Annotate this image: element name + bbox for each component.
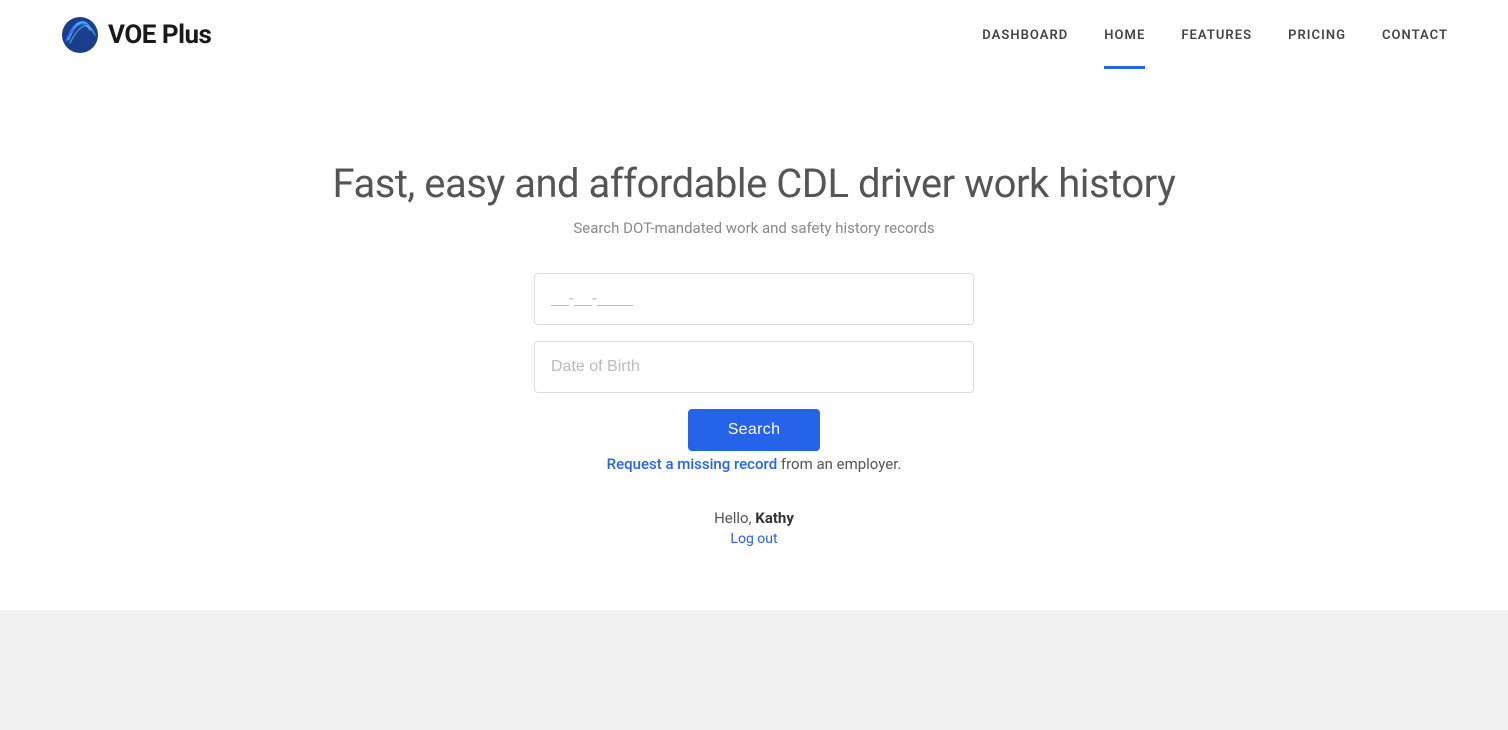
- main-nav: DASHBOARD HOME FEATURES PRICING CONTACT: [982, 28, 1448, 43]
- ssn-input[interactable]: [534, 273, 974, 325]
- header: VOE Plus DASHBOARD HOME FEATURES PRICING…: [0, 0, 1508, 70]
- nav-item-dashboard[interactable]: DASHBOARD: [982, 28, 1068, 43]
- nav-item-home[interactable]: HOME: [1104, 28, 1145, 43]
- search-form: Search: [534, 273, 974, 451]
- missing-record-text: Request a missing record from an employe…: [607, 455, 902, 473]
- missing-record-link[interactable]: Request a missing record: [607, 455, 778, 473]
- nav-item-features[interactable]: FEATURES: [1181, 28, 1252, 43]
- user-name: Kathy: [755, 509, 794, 527]
- logout-link[interactable]: Log out: [714, 531, 794, 547]
- search-button[interactable]: Search: [688, 409, 821, 451]
- hero-subtitle: Search DOT-mandated work and safety hist…: [573, 219, 934, 237]
- footer-gray: [0, 610, 1508, 730]
- hello-label: Hello,: [714, 509, 755, 527]
- logo-text: VOE Plus: [108, 20, 211, 50]
- logo-icon: [60, 15, 100, 55]
- nav-item-pricing[interactable]: PRICING: [1288, 28, 1346, 43]
- missing-record-suffix: from an employer.: [777, 455, 901, 473]
- user-section: Hello, Kathy Log out: [714, 509, 794, 547]
- dob-input[interactable]: [534, 341, 974, 393]
- nav-item-contact[interactable]: CONTACT: [1382, 28, 1448, 43]
- hello-text: Hello, Kathy: [714, 509, 794, 527]
- main-content: Fast, easy and affordable CDL driver wor…: [0, 70, 1508, 607]
- logo[interactable]: VOE Plus: [60, 15, 211, 55]
- hero-title: Fast, easy and affordable CDL driver wor…: [333, 160, 1176, 207]
